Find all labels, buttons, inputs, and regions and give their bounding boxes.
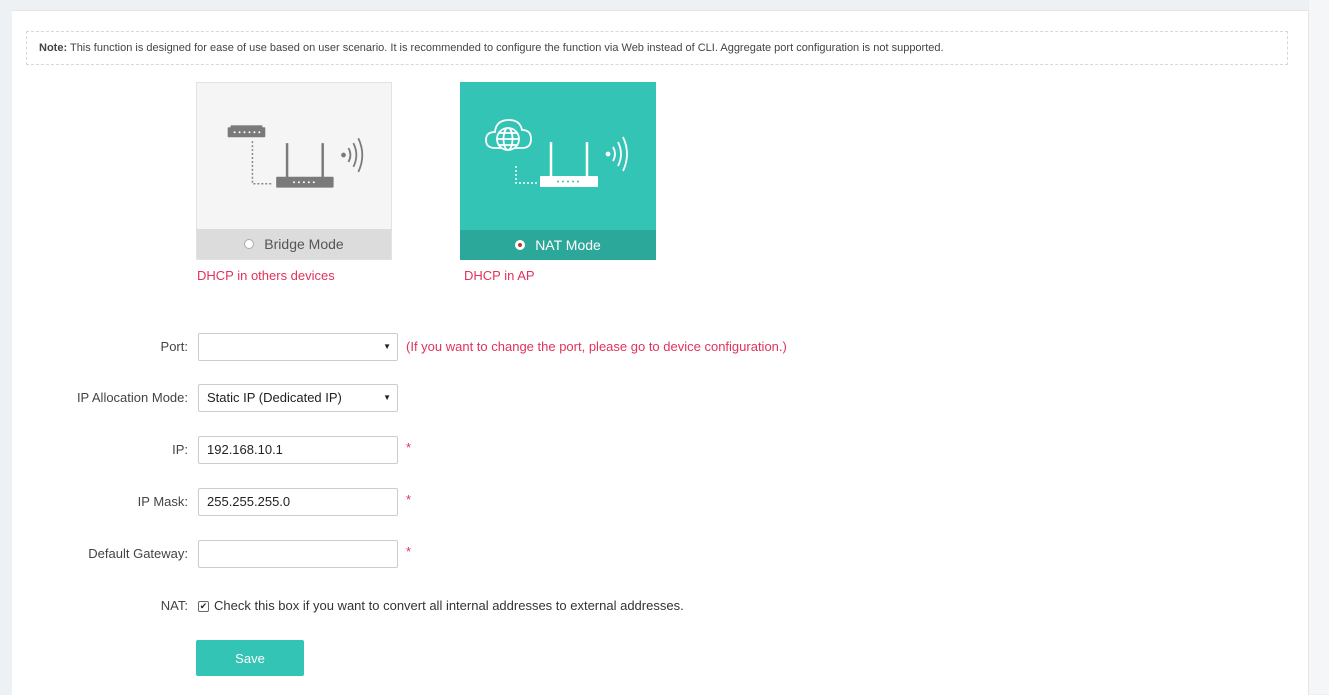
nat-mode-radio[interactable] xyxy=(515,240,526,251)
ip-input[interactable]: 192.168.10.1 xyxy=(198,436,398,464)
mask-row: IP Mask: 255.255.255.0 * xyxy=(12,488,1212,518)
mask-label: IP Mask: xyxy=(137,494,188,509)
ip-mode-select[interactable]: Static IP (Dedicated IP) xyxy=(198,384,398,412)
note-banner: Note: This function is designed for ease… xyxy=(26,31,1288,65)
port-label: Port: xyxy=(160,339,188,354)
config-panel: Note: This function is designed for ease… xyxy=(12,10,1309,695)
note-label: Note: xyxy=(39,42,68,54)
gateway-label: Default Gateway: xyxy=(88,546,188,561)
nat-mode-caption: DHCP in AP xyxy=(464,268,535,283)
router-icon xyxy=(540,142,598,187)
nat-checkbox[interactable]: ✔ xyxy=(198,601,209,612)
port-hint: (If you want to change the port, please … xyxy=(406,339,787,354)
nat-mode-illustration xyxy=(485,119,628,187)
bridge-mode-radio[interactable] xyxy=(244,239,255,250)
right-scroll-area xyxy=(1309,0,1329,694)
wifi-signal-icon xyxy=(605,136,628,172)
wifi-signal-icon xyxy=(341,137,364,173)
nat-mode-footer[interactable]: NAT Mode xyxy=(460,230,656,260)
ip-row: IP: 192.168.10.1 * xyxy=(12,436,1212,466)
nat-checkbox-text[interactable]: Check this box if you want to convert al… xyxy=(214,592,684,620)
port-select[interactable] xyxy=(198,333,398,361)
bridge-mode-card[interactable]: Bridge Mode xyxy=(196,82,392,260)
save-button[interactable]: Save xyxy=(196,640,304,676)
router-icon xyxy=(276,143,334,188)
gateway-required-mark: * xyxy=(406,544,412,559)
ip-label: IP: xyxy=(172,442,188,457)
ip-required-mark: * xyxy=(406,440,412,455)
ip-mode-row: IP Allocation Mode: Static IP (Dedicated… xyxy=(12,384,1212,414)
bridge-mode-footer[interactable]: Bridge Mode xyxy=(197,229,391,259)
bridge-mode-label: Bridge Mode xyxy=(264,236,344,252)
nat-row: NAT: ✔ Check this box if you want to con… xyxy=(12,592,1212,622)
switch-icon xyxy=(227,125,266,138)
nat-label: NAT: xyxy=(160,598,188,613)
bridge-mode-illustration xyxy=(227,125,364,188)
gateway-input[interactable] xyxy=(198,540,398,568)
cloud-globe-icon xyxy=(485,119,532,151)
nat-mode-card[interactable]: NAT Mode xyxy=(460,82,656,260)
gateway-row: Default Gateway: * xyxy=(12,540,1212,570)
note-text: This function is designed for ease of us… xyxy=(69,42,944,54)
port-row: Port: (If you want to change the port, p… xyxy=(12,333,1212,363)
bridge-mode-caption: DHCP in others devices xyxy=(197,268,335,283)
mask-input[interactable]: 255.255.255.0 xyxy=(198,488,398,516)
mask-required-mark: * xyxy=(406,492,412,507)
nat-mode-label: NAT Mode xyxy=(535,237,601,253)
ip-mode-label: IP Allocation Mode: xyxy=(76,390,188,405)
